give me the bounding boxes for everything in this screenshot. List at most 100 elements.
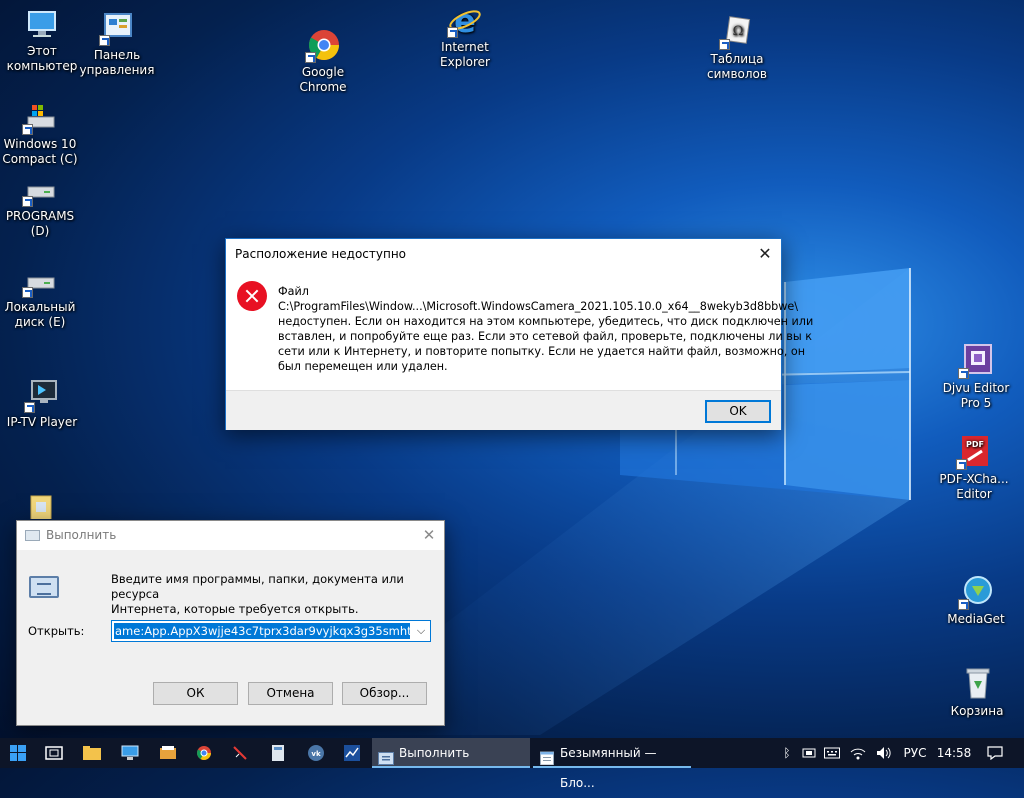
run-icon: [378, 746, 394, 765]
task-view-button[interactable]: [36, 738, 72, 768]
stats-taskbar-button[interactable]: [334, 738, 370, 768]
desktop-icon-google-chrome[interactable]: Google Chrome: [283, 27, 363, 95]
run-program-icon: [29, 576, 59, 598]
vk-icon: vk: [308, 745, 324, 761]
internet-explorer-icon: e: [447, 2, 483, 40]
drive-icon: [22, 99, 58, 135]
icon-label: Djvu Editor: [942, 381, 1010, 395]
folder-icon: [22, 493, 58, 519]
notepad-icon: [539, 746, 555, 766]
icon-label: Панель: [93, 48, 141, 62]
desktop-icon-djvu-editor[interactable]: Djvu Editor Pro 5: [936, 343, 1016, 411]
icon-label: Google: [301, 65, 345, 79]
taskbar-item-notepad[interactable]: Безымянный — Бло...: [533, 738, 691, 790]
computer-icon: [24, 6, 60, 42]
volume-icon[interactable]: [874, 738, 894, 768]
icon-label: Chrome: [299, 80, 347, 94]
taskbar-item-run[interactable]: Выполнить: [372, 738, 530, 768]
error-icon: [237, 281, 267, 311]
explorer-taskbar-button[interactable]: [74, 738, 110, 768]
message-line: был перемещен или удален.: [278, 360, 448, 373]
mediaget-icon: [958, 574, 994, 610]
icon-label: Internet: [441, 40, 489, 54]
bluetooth-icon[interactable]: ᛒ: [780, 738, 794, 768]
drive-icon: [22, 262, 58, 298]
svg-text:PDF: PDF: [966, 440, 984, 449]
icon-label: символов: [707, 67, 767, 81]
desktop-icon-drive-c[interactable]: Windows 10 Compact (C): [0, 99, 80, 167]
close-icon[interactable]: ✕: [414, 521, 444, 550]
start-button[interactable]: [0, 738, 36, 768]
description-line: Введите имя программы, папки, документа …: [111, 572, 404, 601]
run-ok-button[interactable]: ОК: [153, 682, 238, 705]
run-cancel-button[interactable]: Отмена: [248, 682, 333, 705]
run-icon: [25, 530, 40, 541]
message-line: C:\ProgramFiles\Window...\Microsoft.Wind…: [278, 300, 799, 313]
tool-icon: [233, 746, 247, 760]
icon-label: PROGRAMS: [5, 209, 75, 223]
open-combobox[interactable]: ame:App.AppX3wjje43c7tprx3dar9vyjkqx3g35…: [111, 620, 431, 642]
icon-label: Локальный: [4, 300, 76, 314]
icon-label: Pro 5: [960, 396, 992, 410]
svg-text:vk: vk: [311, 750, 321, 758]
dialog-titlebar[interactable]: Расположение недоступно ✕: [226, 239, 781, 269]
icon-label: PDF-XCha...: [939, 472, 1009, 486]
run-titlebar[interactable]: Выполнить ✕: [17, 521, 444, 550]
icon-label: Этот: [27, 44, 57, 58]
icon-label: IP-TV Player: [6, 415, 78, 429]
app-icon: [160, 746, 176, 759]
ok-button[interactable]: OK: [705, 400, 771, 423]
clock[interactable]: 14:58: [934, 738, 974, 768]
tool-taskbar-button[interactable]: [222, 738, 258, 768]
run-browse-button[interactable]: Обзор...: [342, 682, 427, 705]
desktop-icon-pdf-xchange[interactable]: PDF PDF-XCha... Editor: [934, 434, 1014, 502]
chevron-down-icon[interactable]: ⌵: [412, 621, 430, 641]
run-description: Введите имя программы, папки, документа …: [111, 572, 444, 617]
icon-label: (D): [30, 224, 50, 238]
drive-icon: [22, 171, 58, 207]
app-taskbar-button[interactable]: [150, 738, 186, 768]
this-pc-taskbar-button[interactable]: [112, 738, 148, 768]
taskbar-item-label: Безымянный — Бло...: [560, 746, 657, 790]
dialog-title: Расположение недоступно: [235, 247, 407, 261]
error-message: Файл C:\ProgramFiles\Window...\Microsoft…: [278, 284, 813, 374]
desktop-icon-iptv-player[interactable]: IP-TV Player: [2, 377, 82, 430]
run-title: Выполнить: [46, 528, 117, 542]
icon-label: Editor: [956, 487, 992, 501]
icon-label: MediaGet: [947, 612, 1005, 626]
desktop-icon-character-map[interactable]: Ω Таблица символов: [697, 14, 777, 82]
chrome-icon: [305, 27, 341, 63]
icon-label: Compact (C): [2, 152, 78, 166]
message-line: сети или к Интернету, и повторите попытк…: [278, 345, 806, 358]
desktop-icon-partial-folder[interactable]: [0, 493, 80, 519]
language-indicator[interactable]: РУС: [899, 738, 931, 768]
dialog-body: Файл C:\ProgramFiles\Window...\Microsoft…: [226, 269, 813, 390]
icon-label: диск (E): [14, 315, 66, 329]
folder-icon: [83, 746, 101, 760]
desktop-icon-drive-e[interactable]: Локальный диск (E): [0, 262, 80, 330]
open-input-value[interactable]: ame:App.AppX3wjje43c7tprx3dar9vyjkqx3g35…: [114, 623, 410, 639]
pdf-icon: PDF: [956, 434, 992, 470]
calculator-taskbar-button[interactable]: [260, 738, 296, 768]
icon-label: Explorer: [440, 55, 490, 69]
close-icon[interactable]: ✕: [749, 239, 781, 269]
desktop-icon-recycle-bin[interactable]: Корзина: [937, 666, 1017, 719]
dialog-footer: OK: [226, 390, 781, 430]
calculator-icon: [272, 745, 284, 761]
desktop-icon-this-pc[interactable]: Этот компьютер: [2, 6, 82, 74]
djvu-icon: [958, 343, 994, 379]
icon-label: Windows 10: [3, 137, 77, 151]
taskbar-item-label: Выполнить: [399, 746, 470, 760]
desktop-icon-control-panel[interactable]: Панель управления: [77, 10, 157, 78]
vk-taskbar-button[interactable]: vk: [298, 738, 334, 768]
usb-icon[interactable]: [800, 738, 818, 768]
keyboard-icon[interactable]: [822, 738, 842, 768]
desktop-icon-drive-d[interactable]: PROGRAMS (D): [0, 171, 80, 239]
desktop-icon-mediaget[interactable]: MediaGet: [936, 574, 1016, 627]
chart-app-icon: [344, 745, 360, 761]
network-icon[interactable]: [848, 738, 868, 768]
iptv-icon: [24, 377, 60, 413]
chrome-taskbar-button[interactable]: [186, 738, 222, 768]
desktop-icon-internet-explorer[interactable]: e Internet Explorer: [425, 2, 505, 70]
notifications-icon[interactable]: [980, 738, 1010, 768]
